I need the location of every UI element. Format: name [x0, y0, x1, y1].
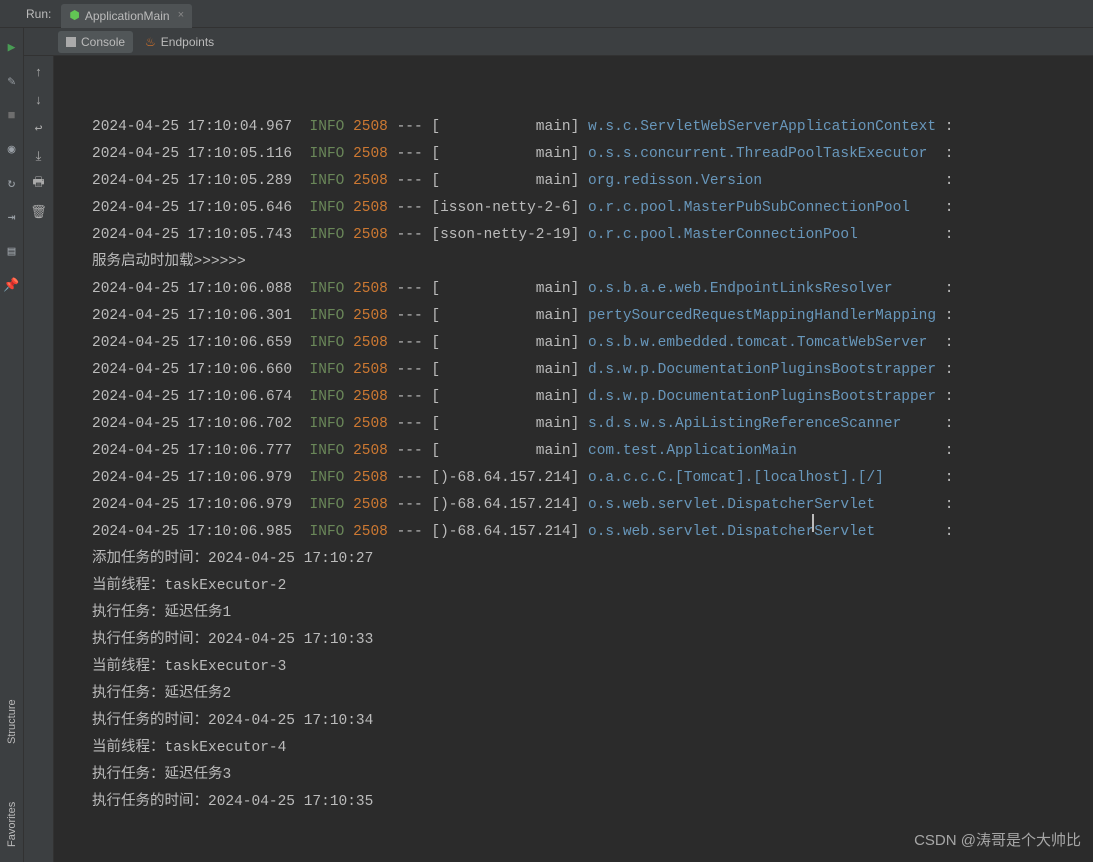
- tab-endpoints[interactable]: ♨ Endpoints: [137, 31, 222, 53]
- endpoints-icon: ♨: [145, 35, 156, 49]
- log-line: 当前线程：taskExecutor-2: [92, 573, 1085, 600]
- up-icon[interactable]: ↑: [31, 64, 47, 80]
- favorites-tool-button[interactable]: Favorites: [0, 797, 24, 852]
- run-icon[interactable]: ▶: [5, 40, 19, 54]
- log-line: 2024-04-25 17:10:05.743 INFO 2508 --- [s…: [92, 222, 1085, 249]
- log-line: 执行任务：延迟任务3: [92, 762, 1085, 789]
- rerun-icon[interactable]: ↻: [5, 176, 19, 190]
- exit-icon[interactable]: ⇥: [5, 210, 19, 224]
- stop-icon[interactable]: ■: [5, 108, 19, 122]
- structure-tool-button[interactable]: Structure: [0, 692, 24, 752]
- console-actions-col1: ↑ ↓ ↩ ⤓ 🖶 🗑: [24, 56, 54, 862]
- run-config-tab[interactable]: ⬢ ApplicationMain ×: [61, 4, 192, 28]
- text-caret: [812, 514, 814, 532]
- log-line: 2024-04-25 17:10:04.967 INFO 2508 --- [ …: [92, 114, 1085, 141]
- tab-console[interactable]: Console: [58, 31, 133, 53]
- close-icon[interactable]: ×: [178, 10, 185, 22]
- pin-icon[interactable]: 📌: [5, 278, 19, 292]
- console-icon: [66, 37, 76, 47]
- soft-wrap-icon[interactable]: ↩: [31, 120, 47, 136]
- run-label: Run:: [26, 7, 51, 21]
- log-line: 2024-04-25 17:10:06.979 INFO 2508 --- [)…: [92, 492, 1085, 519]
- log-line: 添加任务的时间：2024-04-25 17:10:27: [92, 546, 1085, 573]
- log-line: 2024-04-25 17:10:05.289 INFO 2508 --- [ …: [92, 168, 1085, 195]
- log-line: 2024-04-25 17:10:05.646 INFO 2508 --- [i…: [92, 195, 1085, 222]
- run-config-name: ApplicationMain: [85, 9, 170, 23]
- log-line: 执行任务的时间：2024-04-25 17:10:33: [92, 627, 1085, 654]
- log-line: 2024-04-25 17:10:06.659 INFO 2508 --- [ …: [92, 330, 1085, 357]
- log-line: 当前线程：taskExecutor-3: [92, 654, 1085, 681]
- run-tool-window-header: Run: ⬢ ApplicationMain ×: [0, 0, 1093, 28]
- log-line: 2024-04-25 17:10:05.116 INFO 2508 --- [ …: [92, 141, 1085, 168]
- print-icon[interactable]: 🖶: [31, 176, 47, 192]
- down-icon[interactable]: ↓: [31, 92, 47, 108]
- log-line: 2024-04-25 17:10:06.979 INFO 2508 --- [)…: [92, 465, 1085, 492]
- camera-icon[interactable]: ◉: [5, 142, 19, 156]
- log-line: 2024-04-25 17:10:06.702 INFO 2508 --- [ …: [92, 411, 1085, 438]
- tab-console-label: Console: [81, 35, 125, 49]
- log-line: 执行任务：延迟任务2: [92, 681, 1085, 708]
- spring-leaf-icon: ⬢: [69, 8, 79, 23]
- wrench-icon[interactable]: ✎: [5, 74, 19, 88]
- log-line: 2024-04-25 17:10:06.660 INFO 2508 --- [ …: [92, 357, 1085, 384]
- run-tool-tabs: Console ♨ Endpoints: [24, 28, 1093, 56]
- tab-endpoints-label: Endpoints: [161, 35, 214, 49]
- log-line: 服务启动时加载>>>>>>: [92, 249, 1085, 276]
- layout-icon[interactable]: ▤: [5, 244, 19, 258]
- scroll-end-icon[interactable]: ⤓: [31, 148, 47, 164]
- log-line: 2024-04-25 17:10:06.985 INFO 2508 --- [)…: [92, 519, 1085, 546]
- log-line: 2024-04-25 17:10:06.674 INFO 2508 --- [ …: [92, 384, 1085, 411]
- log-line: 执行任务：延迟任务1: [92, 600, 1085, 627]
- log-line: 2024-04-25 17:10:06.777 INFO 2508 --- [ …: [92, 438, 1085, 465]
- log-line: 当前线程：taskExecutor-4: [92, 735, 1085, 762]
- clear-icon[interactable]: 🗑: [31, 204, 47, 220]
- log-line: 执行任务的时间：2024-04-25 17:10:35: [92, 789, 1085, 816]
- log-line: 执行任务的时间：2024-04-25 17:10:34: [92, 708, 1085, 735]
- log-line: 2024-04-25 17:10:06.301 INFO 2508 --- [ …: [92, 303, 1085, 330]
- watermark-text: CSDN @涛哥是个大帅比: [914, 829, 1081, 850]
- log-line: 2024-04-25 17:10:06.088 INFO 2508 --- [ …: [92, 276, 1085, 303]
- console-output[interactable]: 2024-04-25 17:10:04.967 INFO 2508 --- [ …: [84, 56, 1093, 862]
